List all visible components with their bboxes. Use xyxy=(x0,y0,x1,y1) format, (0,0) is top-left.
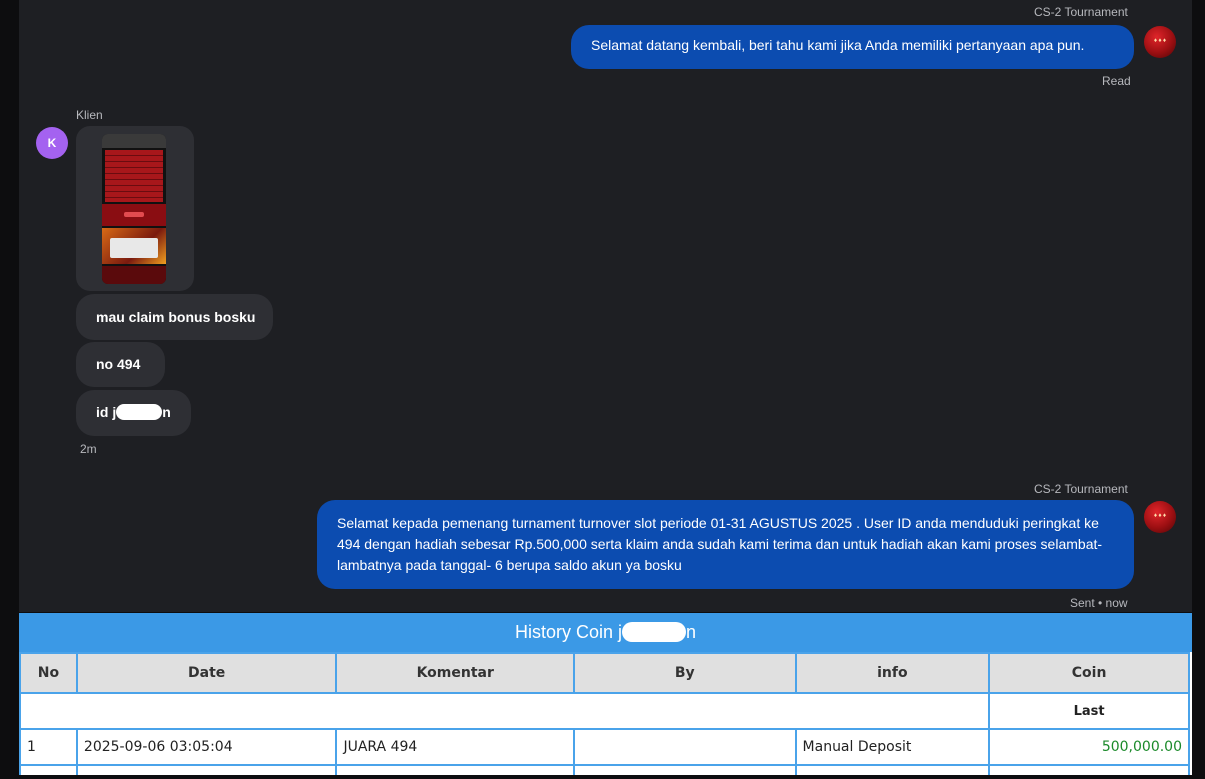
agent-sender-label: CS-2 Tournament xyxy=(1034,482,1128,496)
history-title-prefix: History Coin j xyxy=(514,622,622,642)
cell-by xyxy=(573,728,797,766)
client-id-prefix: id j xyxy=(96,404,117,420)
redaction-mark xyxy=(622,622,686,642)
agent-avatar-icon: ♦♦♦ xyxy=(1144,501,1176,533)
agent-avatar-icon: ♦♦♦ xyxy=(1144,26,1176,58)
column-header-by: By xyxy=(573,652,797,694)
client-message-bubble: mau claim bonus bosku xyxy=(76,294,273,340)
coin-history-panel: History Coin j n No Date Komentar By info… xyxy=(19,613,1192,775)
agent-message-bubble: Selamat datang kembali, beri tahu kami j… xyxy=(571,25,1134,69)
cell-komentar: JUARA 494 xyxy=(335,728,576,766)
image-attachment[interactable] xyxy=(76,126,194,291)
message-time: 2m xyxy=(80,442,97,456)
chat-panel: CS-2 Tournament Selamat datang kembali, … xyxy=(19,0,1192,612)
column-header-coin: Coin xyxy=(988,652,1190,694)
column-header-komentar: Komentar xyxy=(335,652,576,694)
table-header-row: No Date Komentar By info Coin xyxy=(19,652,1190,694)
cell-info: Manual Deposit xyxy=(794,728,991,766)
client-message-bubble: id j n xyxy=(76,390,191,436)
column-header-info: info xyxy=(794,652,991,694)
coin-history-table: No Date Komentar By info Coin Last 1 202… xyxy=(19,652,1190,775)
cell-date: 2025-09-06 03:05:04 xyxy=(75,728,338,766)
history-title: History Coin j n xyxy=(19,613,1192,652)
message-status: Sent • now xyxy=(1070,596,1128,610)
table-subheader-row: Last xyxy=(19,692,1190,730)
agent-sender-label: CS-2 Tournament xyxy=(1034,5,1128,19)
client-id-suffix: n xyxy=(162,404,171,420)
cell-no: 1 xyxy=(19,728,78,766)
coin-subheader-last: Last xyxy=(988,692,1190,730)
agent-message-bubble: Selamat kepada pemenang turnament turnov… xyxy=(317,500,1134,589)
cell-coin: 500,000.00 xyxy=(988,728,1190,766)
history-title-suffix: n xyxy=(686,622,697,642)
column-header-no: No xyxy=(19,652,78,694)
redaction-mark xyxy=(116,404,163,420)
table-row xyxy=(19,764,1190,775)
phone-screenshot-thumbnail xyxy=(102,134,166,284)
client-avatar-icon: K xyxy=(36,127,68,159)
column-header-date: Date xyxy=(75,652,338,694)
client-sender-label: Klien xyxy=(76,108,103,122)
table-row: 1 2025-09-06 03:05:04 JUARA 494 Manual D… xyxy=(19,728,1190,766)
message-status: Read xyxy=(1102,74,1131,88)
client-message-bubble: no 494 xyxy=(76,342,165,387)
